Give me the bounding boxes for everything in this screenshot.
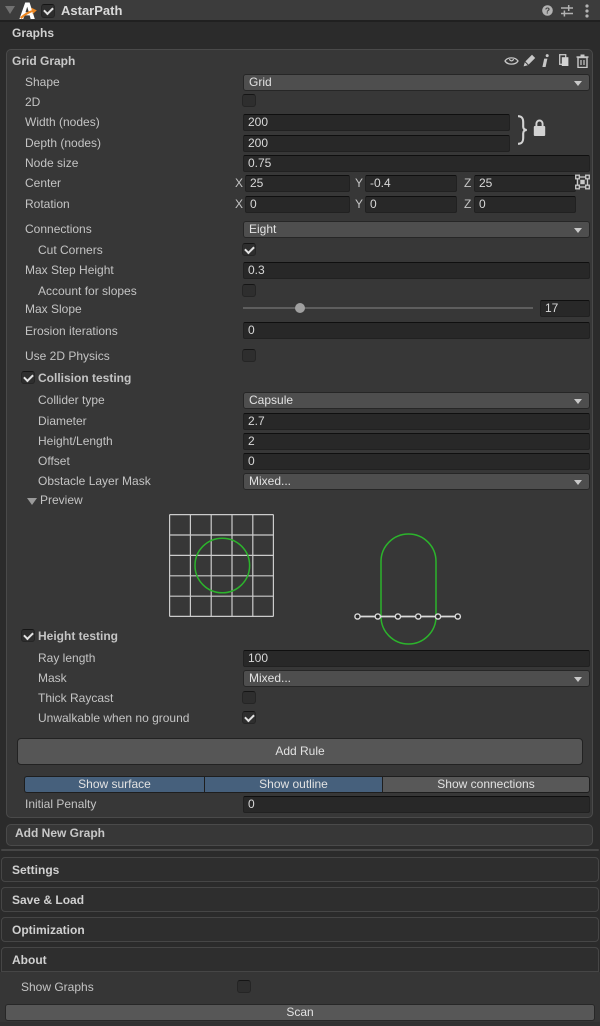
svg-text:?: ? — [545, 6, 550, 16]
